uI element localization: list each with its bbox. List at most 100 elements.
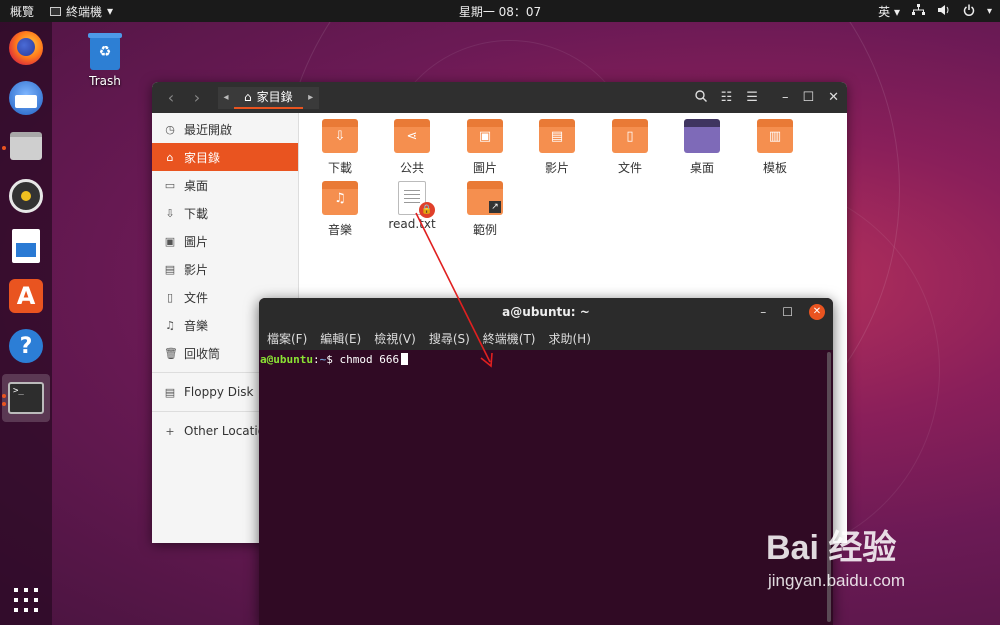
chevron-down-icon: ▾	[107, 4, 114, 18]
maximize-button[interactable]: ☐	[802, 90, 814, 105]
clock-icon: ◷	[165, 122, 175, 136]
documents-icon: ▯	[166, 290, 174, 304]
watermark-url: jingyan.baidu.com	[768, 571, 906, 590]
path-right-arrow-icon[interactable]: ▸	[302, 86, 319, 109]
sidebar-item-label: 圖片	[184, 234, 209, 249]
dock: A ? >_	[0, 22, 52, 625]
show-applications-icon[interactable]	[14, 588, 38, 612]
menu-help[interactable]: 求助(H)	[549, 330, 591, 347]
sidebar-item-pictures[interactable]: ▣ 圖片	[152, 227, 298, 255]
desktop-folder-icon	[684, 119, 720, 153]
menu-terminal[interactable]: 終端機(T)	[483, 330, 536, 347]
menu-view[interactable]: 檢視(V)	[374, 330, 416, 347]
text-file-icon: 🔒	[398, 181, 435, 218]
activities-button[interactable]: 概覽	[0, 3, 44, 20]
files-icon	[10, 132, 42, 160]
trash-icon	[88, 33, 122, 70]
folder-icon: ⋖	[394, 119, 430, 153]
running-indicator	[2, 146, 6, 150]
sidebar-item-downloads[interactable]: ⇩ 下載	[152, 199, 298, 227]
sidebar-item-videos[interactable]: ▤ 影片	[152, 255, 298, 283]
thunderbird-icon	[9, 81, 43, 115]
videos-icon: ▤	[164, 262, 176, 276]
close-button[interactable]: ✕	[809, 304, 825, 320]
terminal-titlebar[interactable]: a@ubuntu: ~ – ☐ ✕	[259, 298, 833, 326]
system-tray: 英 ▾ ▾	[878, 0, 992, 22]
path-crumb-label: 家目錄	[256, 89, 293, 104]
back-button[interactable]: ‹	[158, 88, 184, 107]
item-label: 下載	[327, 161, 352, 175]
sidebar-item-recent[interactable]: ◷ 最近開啟	[152, 115, 298, 143]
prompt-sign: $	[326, 353, 333, 366]
menu-icon[interactable]: ☰	[746, 90, 758, 105]
dock-rhythmbox[interactable]	[6, 176, 46, 216]
folder-icon: ▤	[539, 119, 575, 153]
app-menu-label: 終端機	[66, 4, 103, 19]
firefox-icon	[9, 31, 43, 65]
dock-files[interactable]	[6, 126, 46, 166]
dock-software[interactable]: A	[6, 276, 46, 316]
dock-terminal[interactable]: >_	[2, 374, 50, 422]
terminal-icon	[50, 6, 62, 16]
prompt-separator: :	[312, 353, 320, 366]
search-icon[interactable]	[694, 89, 707, 106]
forward-button[interactable]: ›	[184, 88, 210, 107]
plus-icon: +	[165, 424, 175, 438]
volume-icon[interactable]	[937, 4, 951, 19]
pictures-icon: ▣	[478, 129, 492, 144]
terminal-output[interactable]: a@ubuntu:~$ chmod 666	[259, 350, 833, 625]
sidebar-item-desktop[interactable]: ▭ 桌面	[152, 171, 298, 199]
documents-icon: ▯	[626, 129, 634, 144]
dock-help[interactable]: ?	[6, 326, 46, 366]
folder-pictures[interactable]: ▣ 圖片	[449, 119, 521, 176]
folder-documents[interactable]: ▯ 文件	[594, 119, 666, 176]
sidebar-item-label: 文件	[184, 290, 209, 305]
input-method-indicator[interactable]: 英 ▾	[878, 3, 900, 20]
text-cursor	[401, 353, 409, 365]
folder-public[interactable]: ⋖ 公共	[376, 119, 448, 176]
app-menu[interactable]: 終端機 ▾	[44, 3, 113, 20]
desktop-trash[interactable]: Trash	[82, 33, 128, 88]
item-label: 範例	[472, 223, 497, 237]
sidebar-item-label: 桌面	[184, 178, 209, 193]
prompt-user: a@ubuntu	[260, 353, 313, 366]
desktop-icon: ▭	[164, 178, 176, 192]
view-toggle-icon[interactable]: ☷	[721, 90, 733, 105]
power-icon[interactable]	[963, 4, 975, 19]
folder-templates[interactable]: ▥ 模板	[739, 119, 811, 176]
folder-icon: ↗	[467, 181, 503, 215]
network-icon[interactable]	[911, 3, 925, 19]
folder-downloads[interactable]: ⇩ 下載	[304, 119, 376, 176]
path-left-arrow-icon[interactable]: ◂	[218, 86, 234, 109]
clock[interactable]: 星期一 08：07	[0, 3, 1000, 20]
item-label: read.txt	[388, 217, 436, 231]
software-icon: A	[9, 279, 43, 313]
file-read-txt[interactable]: 🔒 read.txt	[376, 181, 448, 231]
terminal-window: a@ubuntu: ~ – ☐ ✕ 檔案(F) 編輯(E) 檢視(V) 搜尋(S…	[259, 298, 833, 625]
minimize-button[interactable]: –	[782, 90, 789, 105]
running-indicator	[2, 394, 6, 398]
path-crumb-home[interactable]: ⌂ 家目錄	[234, 86, 303, 109]
menu-search[interactable]: 搜尋(S)	[429, 330, 470, 347]
folder-videos[interactable]: ▤ 影片	[521, 119, 593, 176]
menu-file[interactable]: 檔案(F)	[267, 330, 307, 347]
menu-edit[interactable]: 編輯(E)	[320, 330, 361, 347]
folder-desktop[interactable]: 桌面	[666, 119, 738, 176]
download-icon: ⇩	[165, 206, 175, 220]
item-label: 模板	[762, 161, 787, 175]
close-button[interactable]: ✕	[828, 90, 839, 105]
dock-firefox[interactable]	[6, 28, 46, 68]
dock-libreoffice-writer[interactable]	[6, 226, 46, 266]
sidebar-item-label: 影片	[184, 262, 209, 277]
maximize-button[interactable]: ☐	[782, 298, 793, 326]
sidebar-item-home[interactable]: ⌂ 家目錄	[152, 143, 298, 171]
link-examples[interactable]: ↗ 範例	[449, 181, 521, 238]
desktop-trash-label: Trash	[89, 74, 121, 88]
trash-icon: 🗑	[164, 346, 178, 360]
dock-thunderbird[interactable]	[6, 78, 46, 118]
home-icon: ⌂	[166, 150, 174, 164]
minimize-button[interactable]: –	[760, 298, 766, 326]
folder-music[interactable]: ♫ 音樂	[304, 181, 376, 238]
rhythmbox-icon	[9, 179, 43, 213]
item-label: 音樂	[327, 223, 352, 237]
